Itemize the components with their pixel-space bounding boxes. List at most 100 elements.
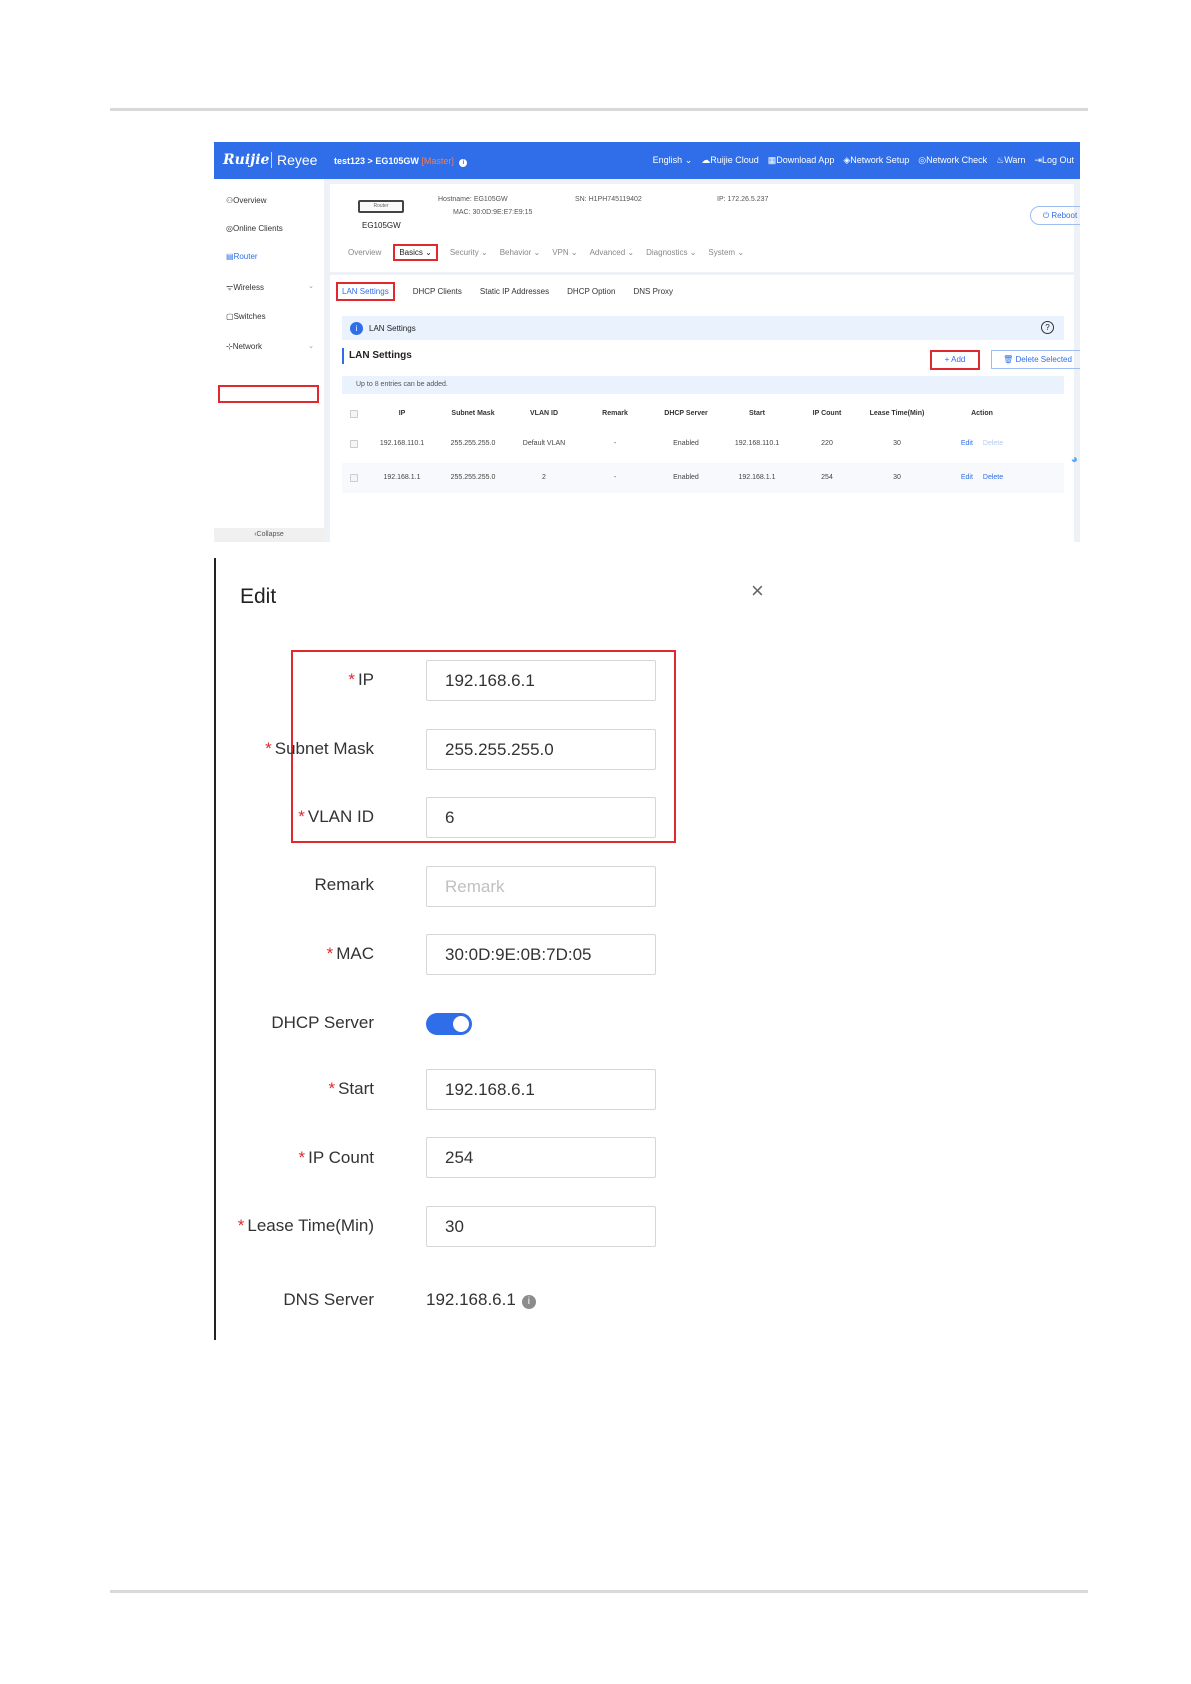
entries-note: Up to 8 entries can be added. (342, 376, 1064, 394)
dhcp-server-toggle[interactable] (426, 1013, 472, 1035)
edit-link[interactable]: Edit (961, 473, 973, 483)
help-icon[interactable]: ? (1041, 321, 1054, 334)
edit-link[interactable]: Edit (961, 439, 973, 449)
tab-advanced[interactable]: Advanced ⌄ (590, 248, 635, 261)
main-tabs: Overview Basics ⌄ Security ⌄ Behavior ⌄ … (348, 244, 744, 261)
cell-remark: - (613, 440, 617, 447)
chevron-down-icon[interactable]: ⌄ (308, 282, 314, 290)
info-bar-title: LAN Settings (369, 324, 416, 333)
cell-vlan-id: 2 (542, 474, 546, 481)
tab-diagnostics[interactable]: Diagnostics ⌄ (646, 248, 696, 261)
start-field[interactable]: 192.168.6.1 (426, 1069, 656, 1110)
log-out-link[interactable]: ⇥Log Out (1034, 155, 1074, 166)
tab-overview[interactable]: Overview (348, 248, 381, 261)
hostname-info: Hostname: EG105GW (438, 196, 508, 203)
delete-link[interactable]: Delete (983, 473, 1003, 483)
tab-dns-proxy[interactable]: DNS Proxy (633, 287, 673, 301)
cell-lease-time: 30 (893, 440, 901, 447)
breadcrumb-arrow: > (367, 156, 373, 166)
cell-ip-count: 254 (821, 474, 833, 481)
master-badge: [Master] (421, 156, 454, 166)
remark-label: Remark (314, 875, 374, 894)
section-title: LAN Settings (342, 348, 412, 364)
add-button[interactable]: + Add (930, 350, 980, 370)
sidebar-item-wireless[interactable]: ᯤWireless (226, 282, 264, 293)
close-icon[interactable]: × (751, 578, 764, 604)
delete-selected-button[interactable]: 🗑 Delete Selected (991, 350, 1080, 369)
clients-icon: ◎ (226, 224, 233, 233)
tab-dhcp-clients[interactable]: DHCP Clients (413, 287, 462, 301)
sidebar-item-network[interactable]: ⊹Network (226, 342, 262, 351)
cell-lease-time: 30 (893, 474, 901, 481)
sidebar-item-overview[interactable]: ⚇Overview (226, 196, 267, 205)
info-bar: i LAN Settings ? (342, 316, 1064, 340)
reyee-logo: Reyee (277, 152, 318, 168)
tab-vpn[interactable]: VPN ⌄ (552, 248, 577, 261)
network-check-link[interactable]: ◎Network Check (918, 155, 987, 166)
sn-info: SN: H1PH745119402 (575, 196, 642, 203)
collapse-button[interactable]: ‹Collapse (214, 528, 324, 542)
cell-ip-count: 220 (821, 440, 833, 447)
breadcrumb[interactable]: test123 > EG105GW [Master] i (334, 156, 468, 167)
col-vlan-id: VLAN ID (530, 410, 558, 417)
col-ip-count: IP Count (812, 410, 842, 417)
vlan-id-label: * VLAN ID (298, 807, 374, 826)
reboot-button[interactable]: ⏻ Reboot (1030, 206, 1080, 225)
ip-count-field[interactable]: 254 (426, 1137, 656, 1178)
vlan-id-field[interactable]: 6 (426, 797, 656, 838)
col-lease-time: Lease Time(Min) (869, 410, 925, 417)
sidebar-item-router[interactable]: ▤Router (226, 252, 258, 261)
ip-label: * IP (348, 670, 374, 689)
sidebar-item-online-clients[interactable]: ◎Online Clients (226, 224, 283, 233)
tab-security[interactable]: Security ⌄ (450, 248, 488, 261)
lease-time-field[interactable]: 30 (426, 1206, 656, 1247)
language-select[interactable]: English ⌄ (653, 155, 693, 166)
info-icon[interactable]: i (459, 159, 468, 167)
tab-lan-settings[interactable]: LAN Settings (336, 282, 395, 301)
reboot-icon: ⏻ (1042, 211, 1050, 220)
chevron-down-icon[interactable]: ⌄ (308, 342, 314, 350)
tab-system[interactable]: System ⌄ (708, 248, 744, 261)
col-subnet-mask: Subnet Mask (451, 410, 495, 417)
col-start: Start (749, 410, 765, 417)
row-checkbox[interactable] (350, 474, 358, 482)
breadcrumb-project[interactable]: test123 (334, 156, 365, 166)
dhcp-server-label: DHCP Server (271, 1013, 374, 1032)
mac-info: MAC: 30:0D:9E:E7:E9:15 (453, 209, 533, 216)
chat-icon[interactable]: ◕ (1071, 452, 1078, 466)
warn-link[interactable]: ♨Warn (996, 155, 1025, 166)
ruijie-cloud-link[interactable]: ☁Ruijie Cloud (701, 155, 759, 166)
remark-field[interactable]: Remark (426, 866, 656, 907)
cell-vlan-id: Default VLAN (522, 440, 566, 447)
network-icon: ⊹ (226, 342, 233, 351)
subnet-mask-field[interactable]: 255.255.255.0 (426, 729, 656, 770)
device-name: EG105GW (362, 221, 401, 230)
download-app-link[interactable]: ▦Download App (768, 155, 835, 166)
select-all-checkbox[interactable] (350, 410, 358, 418)
ip-info: IP: 172.26.5.237 (717, 196, 769, 203)
cell-start: 192.168.110.1 (734, 440, 780, 447)
info-icon[interactable]: i (521, 1295, 536, 1309)
device-image: Router (358, 200, 404, 213)
row-checkbox[interactable] (350, 440, 358, 448)
col-dhcp-server: DHCP Server (664, 410, 708, 417)
cell-ip: 192.168.1.1 (383, 474, 421, 481)
breadcrumb-device[interactable]: EG105GW (375, 156, 419, 166)
bottom-page-rule (110, 1590, 1088, 1593)
cell-dhcp-server: Enabled (673, 474, 699, 481)
tab-dhcp-option[interactable]: DHCP Option (567, 287, 615, 301)
tab-behavior[interactable]: Behavior ⌄ (500, 248, 541, 261)
network-setup-link[interactable]: ◈Network Setup (843, 155, 909, 166)
info-icon: i (350, 322, 363, 335)
top-page-rule (110, 108, 1088, 111)
start-label: * Start (328, 1079, 374, 1098)
table-row: 192.168.1.1 255.255.255.0 2 - Enabled 19… (342, 463, 1064, 493)
sub-tabs: LAN Settings DHCP Clients Static IP Addr… (336, 282, 673, 301)
ip-field[interactable]: 192.168.6.1 (426, 660, 656, 701)
mac-field[interactable]: 30:0D:9E:0B:7D:05 (426, 934, 656, 975)
sidebar-item-switches[interactable]: ▢Switches (226, 312, 266, 321)
tab-static-ip-addresses[interactable]: Static IP Addresses (480, 287, 549, 301)
cell-action: Edit Delete (932, 463, 1032, 493)
tab-basics[interactable]: Basics ⌄ (393, 244, 438, 261)
toggle-knob (453, 1016, 469, 1032)
